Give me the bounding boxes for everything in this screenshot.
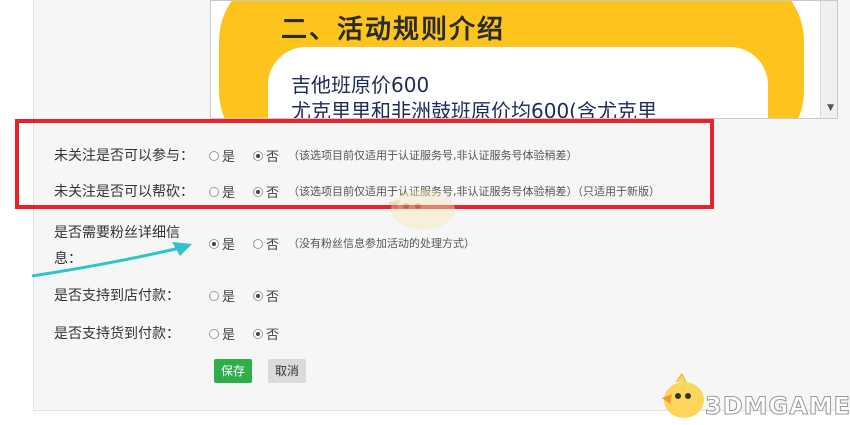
- activity-preview-frame[interactable]: 二、活动规则介绍 吉他班原价600 尤克里里和非洲鼓班原价均600(含尤克里 ▼: [210, 0, 838, 119]
- cancel-button[interactable]: 取消: [268, 359, 307, 383]
- poster-text-line: 尤克里里和非洲鼓班原价均600(含尤克里: [291, 99, 657, 119]
- radio-dot-icon[interactable]: [253, 238, 263, 249]
- pointer-arrow-icon: [31, 242, 192, 278]
- radio-no[interactable]: 否: [253, 324, 279, 343]
- radio-dot-icon[interactable]: [253, 290, 263, 301]
- form-row-cash-on-delivery: 是否支持货到付款：: [54, 323, 180, 343]
- radio-dot-icon[interactable]: [253, 328, 263, 339]
- field-note: （没有粉丝信息参加活动的处理方式）: [288, 237, 475, 250]
- form-row-pay-in-store: 是否支持到店付款：: [54, 285, 180, 305]
- radio-yes[interactable]: 是: [209, 286, 235, 305]
- radio-yes[interactable]: 是: [209, 324, 235, 343]
- radio-label: 是: [222, 328, 236, 343]
- scroll-down-icon[interactable]: ▼: [827, 103, 834, 113]
- radio-no[interactable]: 否: [253, 286, 279, 305]
- poster-text-line: 吉他班原价600: [291, 73, 430, 97]
- watermark-logo-icon: [662, 373, 704, 418]
- field-label: 是否支持货到付款：: [54, 326, 180, 342]
- watermark-mascot-icon: [388, 190, 455, 230]
- radio-label: 否: [266, 238, 280, 253]
- poster: 二、活动规则介绍 吉他班原价600 尤克里里和非洲鼓班原价均600(含尤克里: [211, 1, 821, 119]
- radio-label: 是: [222, 290, 236, 305]
- radio-label: 否: [266, 328, 280, 343]
- watermark-text: 3DMGAME: [704, 392, 850, 421]
- poster-title: 二、活动规则介绍: [281, 15, 506, 45]
- radio-label: 是: [222, 238, 236, 253]
- highlight-box: [15, 119, 714, 209]
- radio-dot-icon[interactable]: [209, 290, 219, 301]
- field-label: 是否支持到店付款：: [54, 288, 180, 304]
- radio-dot-icon[interactable]: [209, 238, 219, 249]
- preview-scrollbar[interactable]: ▼: [820, 1, 837, 118]
- radio-yes[interactable]: 是: [209, 234, 235, 253]
- save-button[interactable]: 保存: [214, 359, 253, 383]
- radio-label: 否: [266, 290, 280, 305]
- radio-no[interactable]: 否: [253, 234, 279, 253]
- radio-dot-icon[interactable]: [209, 328, 219, 339]
